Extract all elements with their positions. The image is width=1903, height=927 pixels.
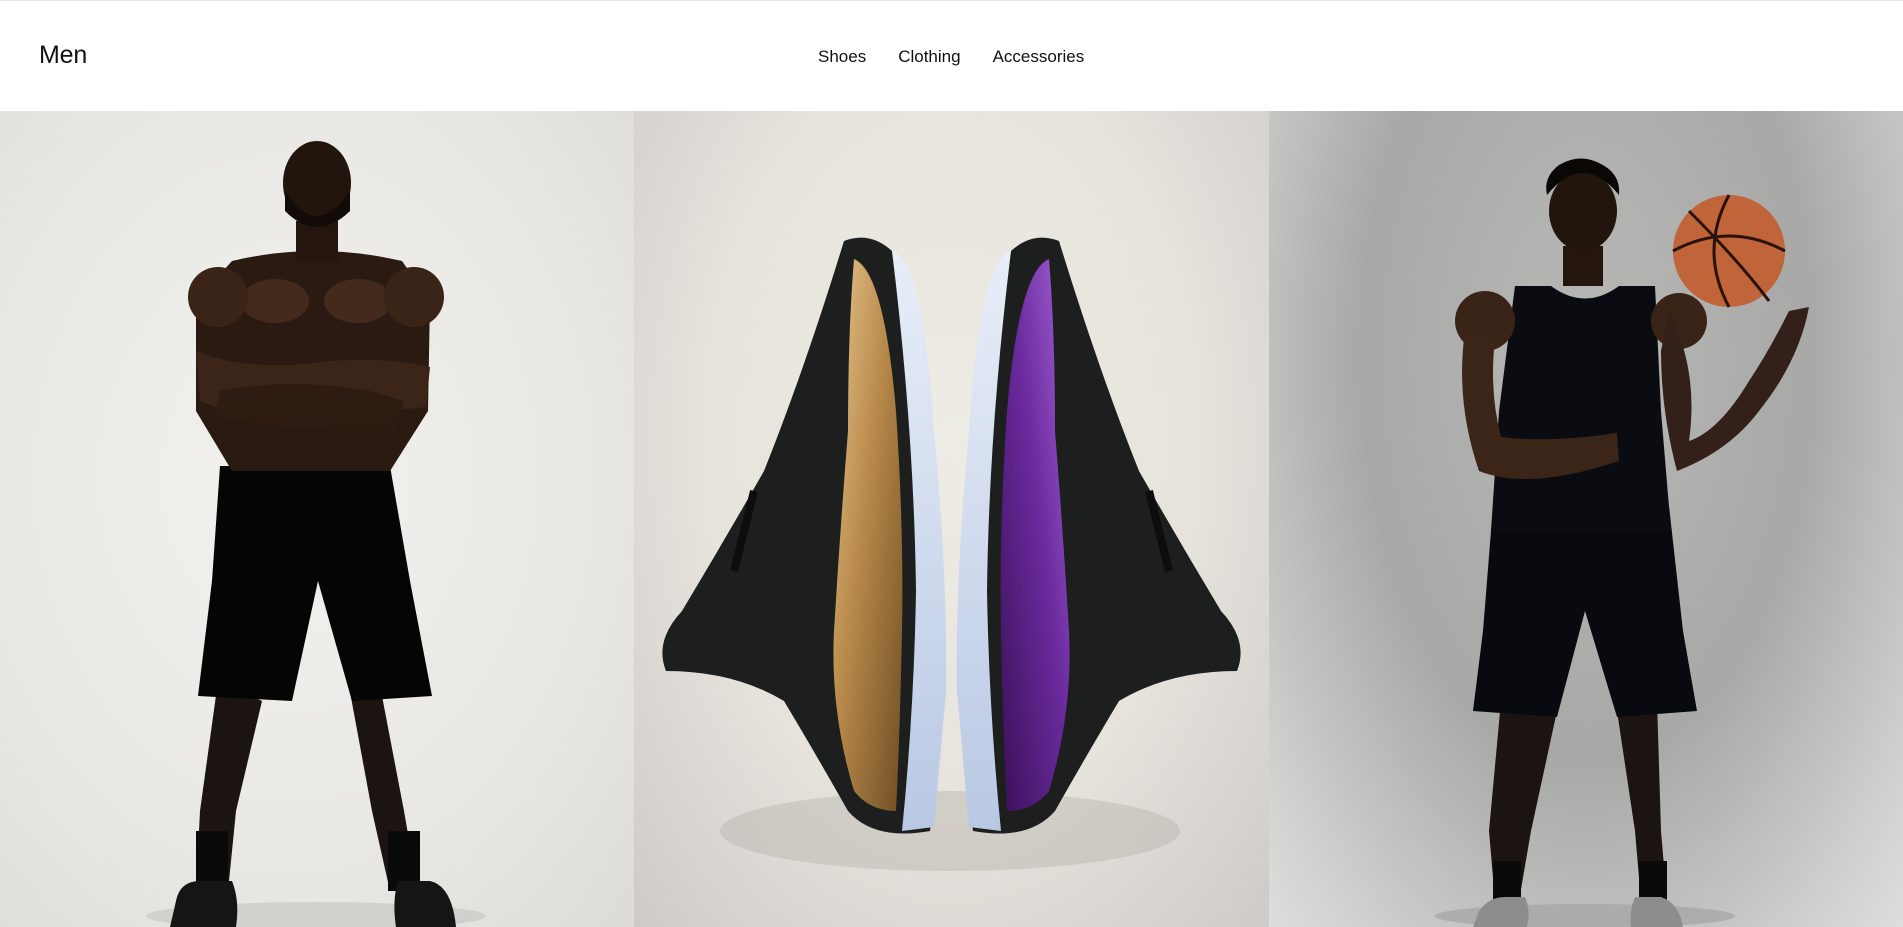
nav-link-clothing[interactable]: Clothing [898, 47, 960, 67]
subnav-header: Men Shoes Clothing Accessories [0, 1, 1903, 111]
category-nav: Shoes Clothing Accessories [818, 47, 1084, 67]
athlete-arms-crossed-image [146, 141, 486, 927]
hero-grid [0, 111, 1903, 927]
athlete-basketball-image [1435, 158, 1809, 927]
hero-panel-athlete-arms-crossed[interactable] [0, 111, 634, 927]
hero-panel-sneaker-pair[interactable] [634, 111, 1269, 927]
sneaker-pair-image [662, 237, 1241, 871]
nav-link-shoes[interactable]: Shoes [818, 47, 866, 67]
hero-panel-athlete-basketball[interactable] [1269, 111, 1903, 927]
page-title: Men [39, 41, 88, 69]
nav-link-accessories[interactable]: Accessories [993, 47, 1085, 67]
